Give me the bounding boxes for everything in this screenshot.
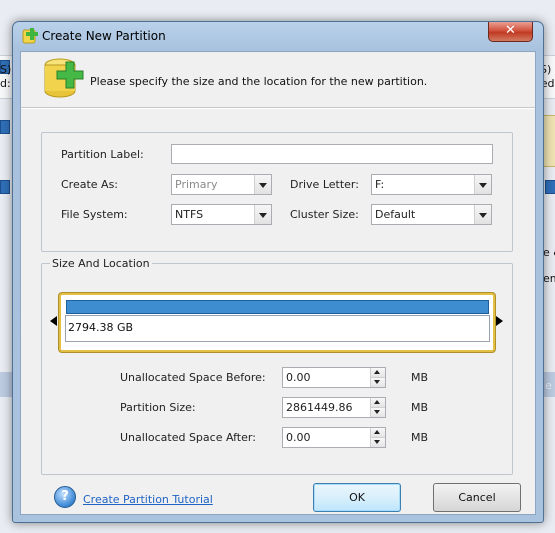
background-text: e & xyxy=(543,246,555,259)
create-as-value: Primary xyxy=(175,178,218,191)
size-and-location-group: Size And Location 2794.38 GB Unallocated… xyxy=(41,257,513,475)
spin-up-icon[interactable] xyxy=(370,428,385,438)
chevron-down-icon[interactable] xyxy=(254,205,271,224)
background-text: S) xyxy=(0,63,12,76)
background-disk-bar xyxy=(0,120,10,134)
unallocated-after-label: Unallocated Space After: xyxy=(120,431,256,444)
file-system-value: NTFS xyxy=(175,208,204,221)
partition-size-spinner[interactable]: 2861449.86 xyxy=(282,397,386,418)
partition-size-label: Partition Size: xyxy=(120,401,196,414)
cluster-size-value: Default xyxy=(375,208,416,221)
partition-map-size: 2794.38 GB xyxy=(68,321,134,334)
ok-button[interactable]: OK xyxy=(313,483,401,512)
dialog-content: Please specify the size and the location… xyxy=(20,51,536,515)
spin-down-icon[interactable] xyxy=(370,378,385,387)
partition-properties-group: Partition Label: Create As: Primary Driv… xyxy=(41,132,513,252)
drive-letter-value: F: xyxy=(375,178,385,191)
cluster-size-select[interactable]: Default xyxy=(371,204,492,225)
unallocated-after-unit: MB xyxy=(411,431,429,444)
spin-down-icon[interactable] xyxy=(370,438,385,447)
chevron-down-icon[interactable] xyxy=(474,205,491,224)
header-instruction: Please specify the size and the location… xyxy=(90,75,428,88)
disk-add-icon xyxy=(44,58,84,98)
partition-size-bar[interactable] xyxy=(66,300,489,314)
header-separator xyxy=(21,107,535,109)
help-icon[interactable]: ? xyxy=(54,486,76,508)
partition-label-label: Partition Label: xyxy=(61,148,144,161)
cluster-size-label: Cluster Size: xyxy=(290,208,359,221)
close-button[interactable]: ✕ xyxy=(488,22,533,42)
background-text: e xyxy=(545,379,552,392)
unallocated-after-value: 0.00 xyxy=(286,431,311,444)
spin-down-icon[interactable] xyxy=(370,408,385,417)
create-as-select[interactable]: Primary xyxy=(171,174,272,195)
partition-map[interactable]: 2794.38 GB xyxy=(59,293,495,352)
partition-size-unit: MB xyxy=(411,401,429,414)
background-text: em xyxy=(543,272,555,285)
unallocated-before-unit: MB xyxy=(411,371,429,384)
drive-letter-label: Drive Letter: xyxy=(290,178,359,191)
background-disk-bar xyxy=(0,180,10,194)
file-system-label: File System: xyxy=(61,208,128,221)
create-partition-dialog: Create New Partition ✕ Please specify th… xyxy=(12,21,544,523)
dialog-title: Create New Partition xyxy=(42,29,166,43)
size-and-location-title: Size And Location xyxy=(50,257,152,270)
spin-up-icon[interactable] xyxy=(370,398,385,408)
spin-up-icon[interactable] xyxy=(370,368,385,378)
unallocated-before-label: Unallocated Space Before: xyxy=(120,371,266,384)
background-disk-bar xyxy=(545,180,555,194)
left-resize-handle[interactable] xyxy=(50,316,57,326)
right-resize-handle[interactable] xyxy=(496,316,503,326)
file-system-select[interactable]: NTFS xyxy=(171,204,272,225)
cancel-button[interactable]: Cancel xyxy=(433,483,521,512)
title-bar[interactable]: Create New Partition ✕ xyxy=(13,22,543,50)
unallocated-after-spinner[interactable]: 0.00 xyxy=(282,427,386,448)
partition-label-input[interactable] xyxy=(171,144,493,164)
chevron-down-icon[interactable] xyxy=(254,175,271,194)
unallocated-before-value: 0.00 xyxy=(286,371,311,384)
create-partition-icon xyxy=(22,28,38,44)
unallocated-before-spinner[interactable]: 0.00 xyxy=(282,367,386,388)
create-as-label: Create As: xyxy=(61,178,119,191)
drive-letter-select[interactable]: F: xyxy=(371,174,492,195)
partition-size-value: 2861449.86 xyxy=(286,401,353,414)
background-text: d: xyxy=(0,77,11,90)
create-partition-tutorial-link[interactable]: Create Partition Tutorial xyxy=(83,493,213,506)
chevron-down-icon[interactable] xyxy=(474,175,491,194)
